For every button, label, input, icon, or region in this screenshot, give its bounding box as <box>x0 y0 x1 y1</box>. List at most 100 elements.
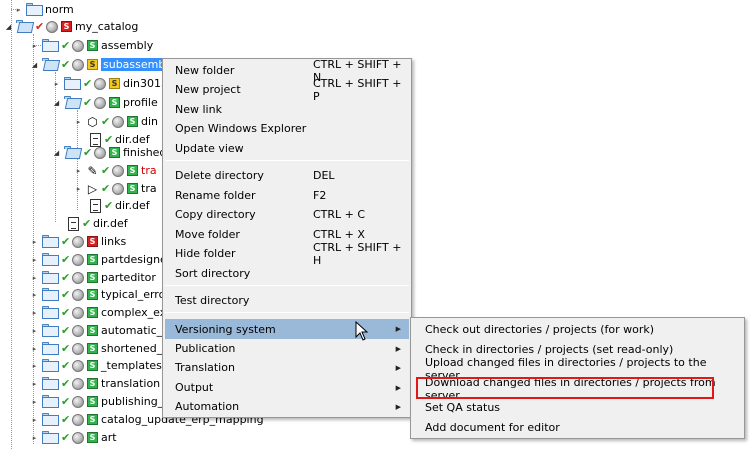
menu-separator <box>165 285 409 286</box>
collapse-icon[interactable]: ▸ <box>74 184 83 193</box>
checkmark-icon: ✔ <box>61 271 71 284</box>
checkmark-icon: ✔ <box>61 58 71 71</box>
tree-item-din3015[interactable]: ▸ ✔ S din3015 <box>52 74 168 93</box>
menu-item-test-directory[interactable]: Test directory <box>165 291 409 310</box>
shortcut-label: CTRL + SHIFT + H <box>313 240 402 267</box>
status-badge: S <box>87 396 98 407</box>
checkmark-icon: ✔ <box>61 39 71 52</box>
submenu-item-set-qa-status[interactable]: Set QA status <box>413 398 742 417</box>
menu-item-update-view[interactable]: Update view <box>165 139 409 158</box>
tree-item-links[interactable]: ▸ ✔ S links <box>30 232 126 251</box>
globe-icon <box>72 377 84 390</box>
tree-item-templates[interactable]: ▸ ✔ S _templates <box>30 356 162 375</box>
tree-item-translation[interactable]: ▸ ✔ S translation <box>30 374 160 393</box>
tree-item-typical-errors[interactable]: ▸ ✔ S typical_errors <box>30 285 176 304</box>
document-icon <box>90 198 101 213</box>
tree-item-label: dir.def <box>115 199 150 212</box>
folder-icon <box>42 39 59 52</box>
tree-item-finished[interactable]: ◢ ✔ S finished <box>52 143 166 162</box>
collapse-icon[interactable]: ▸ <box>74 166 83 175</box>
menu-separator <box>165 160 409 161</box>
globe-icon <box>94 146 106 159</box>
tree-item-label: profile <box>123 96 158 109</box>
tree-item-dir-def[interactable]: ✔ dir.def <box>90 196 150 215</box>
collapse-icon[interactable]: ▸ <box>30 326 39 335</box>
globe-icon <box>46 20 58 33</box>
globe-icon <box>72 58 84 71</box>
collapse-icon[interactable]: ▸ <box>30 361 39 370</box>
highlight-callout <box>416 377 714 399</box>
checkmark-icon: ✔ <box>61 342 71 355</box>
shortcut-label: CTRL + C <box>313 208 366 221</box>
submenu-item-add-document[interactable]: Add document for editor <box>413 418 742 437</box>
tree-item-profile[interactable]: ◢ ✔ S profile <box>52 93 158 112</box>
tree-item-dir-def[interactable]: ✔ dir.def <box>68 214 128 233</box>
menu-item-output[interactable]: Output ▶ <box>165 378 409 397</box>
tree-item-complex-exa[interactable]: ▸ ✔ S complex_exa <box>30 303 173 322</box>
menu-item-new-project[interactable]: New project CTRL + SHIFT + P <box>165 77 409 103</box>
tree-item-label: publishing_e <box>101 395 171 408</box>
tree-item-tra-edit[interactable]: ▸ ✎ ✔ S tra <box>74 161 157 180</box>
collapse-icon[interactable]: ▸ <box>30 397 39 406</box>
submenu-item-check-out[interactable]: Check out directories / projects (for wo… <box>413 320 742 339</box>
folder-icon <box>42 431 59 444</box>
play-icon: ▷ <box>87 181 98 196</box>
edit-icon: ✎ <box>87 163 98 178</box>
menu-item-hide-folder[interactable]: Hide folder CTRL + SHIFT + H <box>165 241 409 267</box>
collapse-icon[interactable]: ▸ <box>30 415 39 424</box>
expand-icon[interactable]: ◢ <box>52 98 61 107</box>
status-badge: S <box>87 40 98 51</box>
tree-item-automatic-di[interactable]: ▸ ✔ S automatic_di <box>30 321 172 340</box>
menu-item-new-link[interactable]: New link <box>165 100 409 119</box>
tree-item-label: _templates <box>101 359 162 372</box>
collapse-icon[interactable]: ▸ <box>30 255 39 264</box>
menu-item-automation[interactable]: Automation ▶ <box>165 397 409 416</box>
tree-item-publishing-e[interactable]: ▸ ✔ S publishing_e <box>30 392 170 411</box>
tree-item-label: parteditor <box>101 271 156 284</box>
collapse-icon[interactable]: ▸ <box>30 308 39 317</box>
submenu-arrow-icon: ▶ <box>395 402 401 411</box>
menu-item-open-windows-explorer[interactable]: Open Windows Explorer <box>165 119 409 138</box>
tree-item-assembly[interactable]: ▸ ✔ S assembly <box>30 36 153 55</box>
status-badge: S <box>87 414 98 425</box>
tree-item-label: tra <box>141 164 157 177</box>
globe-icon <box>94 77 106 90</box>
tree-item-partdesigner[interactable]: ▸ ✔ S partdesigner <box>30 250 171 269</box>
folder-icon <box>42 395 59 408</box>
menu-item-versioning-system[interactable]: Versioning system ▶ <box>165 319 409 339</box>
collapse-icon[interactable]: ▸ <box>30 433 39 442</box>
collapse-icon[interactable]: ▸ <box>52 79 61 88</box>
menu-item-delete-directory[interactable]: Delete directory DEL <box>165 166 409 185</box>
expand-icon[interactable]: ◢ <box>30 60 39 69</box>
tree-item-din[interactable]: ▸ ⬡ ✔ S din <box>74 112 158 131</box>
menu-item-copy-directory[interactable]: Copy directory CTRL + C <box>165 205 409 224</box>
tree-item-subassembly[interactable]: ◢ ✔ S subassembly <box>30 55 177 74</box>
open-folder-icon <box>42 58 61 71</box>
open-folder-icon <box>64 96 83 109</box>
checkmark-icon: ✔ <box>61 431 71 444</box>
collapse-icon[interactable]: ▸ <box>30 344 39 353</box>
collapse-icon[interactable]: ▸ <box>30 290 39 299</box>
checkmark-icon: ✔ <box>101 182 111 195</box>
globe-icon <box>72 395 84 408</box>
collapse-icon[interactable]: ▸ <box>30 379 39 388</box>
folder-icon <box>42 288 59 301</box>
expand-icon[interactable]: ◢ <box>4 22 13 31</box>
collapse-icon[interactable]: ▸ <box>30 41 39 50</box>
collapse-icon[interactable]: ▸ <box>30 237 39 246</box>
status-badge: S <box>109 97 120 108</box>
collapse-icon[interactable]: ▸ <box>74 117 83 126</box>
menu-item-sort-directory[interactable]: Sort directory <box>165 264 409 283</box>
menu-item-translation[interactable]: Translation ▶ <box>165 358 409 377</box>
tree-item-art[interactable]: ▸ ✔ S art <box>30 428 117 447</box>
menu-item-rename-folder[interactable]: Rename folder F2 <box>165 186 409 205</box>
collapse-icon[interactable]: ▸ <box>14 5 23 14</box>
tree-item-label: my_catalog <box>75 20 139 33</box>
checkmark-icon: ✔ <box>82 217 92 230</box>
status-badge: S <box>87 254 98 265</box>
expand-icon[interactable]: ◢ <box>52 148 61 157</box>
tree-item-my-catalog[interactable]: ◢ ✔ S my_catalog <box>4 17 138 36</box>
menu-item-publication[interactable]: Publication ▶ <box>165 339 409 358</box>
collapse-icon[interactable]: ▸ <box>30 273 39 282</box>
document-icon <box>68 216 79 231</box>
